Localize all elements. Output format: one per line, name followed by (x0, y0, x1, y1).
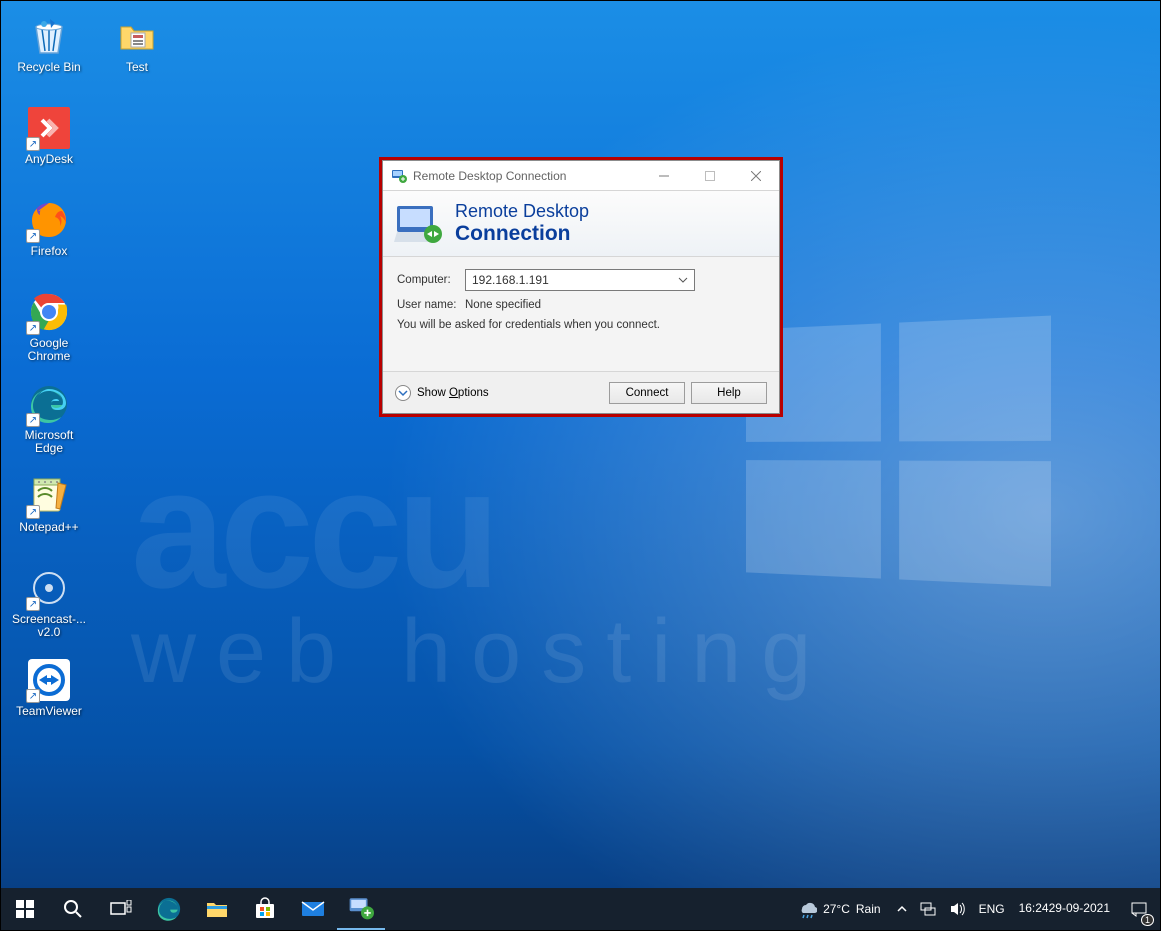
chevron-up-icon (897, 904, 907, 914)
computer-label: Computer: (397, 274, 465, 286)
shortcut-arrow-icon: ↗ (26, 413, 40, 427)
desktop-icon-label: Notepad++ (9, 521, 89, 534)
tray-clock[interactable]: 16:24 29-09-2021 (1011, 888, 1118, 930)
shortcut-arrow-icon: ↗ (26, 505, 40, 519)
windows-icon (16, 900, 34, 918)
help-button[interactable]: Help (691, 382, 767, 404)
weather-temp: 27°C (823, 902, 850, 916)
firefox-icon: ↗ (28, 199, 70, 241)
desktop-icon-notepadpp[interactable]: ↗ Notepad++ (9, 469, 89, 561)
weather-label: Rain (856, 902, 881, 916)
maximize-button[interactable] (687, 162, 733, 190)
desktop-icon-label: Test (97, 61, 177, 74)
connect-button[interactable]: Connect (609, 382, 685, 404)
rdp-window[interactable]: Remote Desktop Connection Remote Desktop… (382, 160, 780, 414)
tray-volume[interactable] (943, 888, 973, 930)
windows-logo-wallpaper (746, 313, 1051, 588)
rdp-banner-icon (393, 202, 445, 246)
start-button[interactable] (1, 888, 49, 930)
tray-language[interactable]: ENG (973, 888, 1011, 930)
watermark-line2: web hosting (131, 601, 831, 704)
edge-icon: ↗ (28, 383, 70, 425)
shortcut-arrow-icon: ↗ (26, 321, 40, 335)
desktop[interactable]: accu web hosting Recycle Bin ↗ AnyDesk ↗… (1, 1, 1160, 930)
rdp-banner-line1: Remote Desktop (455, 201, 589, 222)
search-button[interactable] (49, 888, 97, 930)
rdp-app-icon (348, 895, 374, 921)
window-title: Remote Desktop Connection (413, 169, 641, 183)
weather-rain-icon (797, 899, 817, 919)
desktop-icon-label: AnyDesk (9, 153, 89, 166)
folder-icon (116, 15, 158, 57)
taskbar-app-mail[interactable] (289, 888, 337, 930)
task-view-button[interactable] (97, 888, 145, 930)
notepadpp-icon: ↗ (28, 475, 70, 517)
search-icon (63, 899, 83, 919)
weather-widget[interactable]: 27°C Rain (791, 888, 891, 930)
taskbar-app-rdp[interactable] (337, 888, 385, 930)
credentials-hint: You will be asked for credentials when y… (397, 319, 765, 331)
show-options-label: Show Options (417, 387, 489, 399)
chrome-icon: ↗ (28, 291, 70, 333)
desktop-icon-firefox[interactable]: ↗ Firefox (9, 193, 89, 285)
store-icon (253, 897, 277, 921)
rdp-body: Computer: 192.168.1.191 User name: None … (383, 257, 779, 371)
mail-icon (300, 896, 326, 922)
rdp-banner-line2: Connection (455, 222, 589, 246)
rdp-app-icon (391, 168, 407, 184)
computer-value: 192.168.1.191 (472, 273, 549, 287)
close-button[interactable] (733, 162, 779, 190)
titlebar[interactable]: Remote Desktop Connection (383, 161, 779, 191)
desktop-icon-edge[interactable]: ↗ Microsoft Edge (9, 377, 89, 469)
desktop-icon-label: Screencast-... v2.0 (9, 613, 89, 639)
show-options-toggle[interactable]: Show Options (395, 385, 489, 401)
desktop-icon-label: Google Chrome (9, 337, 89, 363)
rdp-banner: Remote Desktop Connection (383, 191, 779, 257)
task-view-icon (110, 900, 132, 918)
desktop-icon-recycle-bin[interactable]: Recycle Bin (9, 9, 89, 101)
clock-time: 16:24 (1019, 902, 1049, 916)
file-explorer-icon (205, 897, 229, 921)
computer-input[interactable]: 192.168.1.191 (465, 269, 695, 291)
shortcut-arrow-icon: ↗ (26, 137, 40, 151)
minimize-button[interactable] (641, 162, 687, 190)
desktop-icon-label: Microsoft Edge (9, 429, 89, 455)
desktop-icon-anydesk[interactable]: ↗ AnyDesk (9, 101, 89, 193)
volume-icon (949, 900, 967, 918)
chevron-down-icon (676, 273, 690, 287)
rdp-highlight-frame: Remote Desktop Connection Remote Desktop… (379, 157, 783, 417)
desktop-icon-teamviewer[interactable]: ↗ TeamViewer (9, 653, 89, 745)
taskbar-app-edge[interactable] (145, 888, 193, 930)
screencast-icon: ↗ (28, 567, 70, 609)
taskbar-app-store[interactable] (241, 888, 289, 930)
notification-badge: 1 (1141, 914, 1154, 926)
tray-network[interactable] (913, 888, 943, 930)
watermark-line1: accu (131, 431, 494, 627)
taskbar[interactable]: 27°C Rain ENG 16:24 29-09-2021 1 (1, 888, 1160, 930)
rdp-footer: Show Options Connect Help (383, 371, 779, 413)
tray-overflow[interactable] (891, 888, 913, 930)
shortcut-arrow-icon: ↗ (26, 689, 40, 703)
shortcut-arrow-icon: ↗ (26, 229, 40, 243)
username-label: User name: (397, 299, 465, 311)
desktop-icon-label: Recycle Bin (9, 61, 89, 74)
desktop-icon-test-folder[interactable]: Test (97, 9, 177, 101)
desktop-icon-chrome[interactable]: ↗ Google Chrome (9, 285, 89, 377)
desktop-icon-screencast[interactable]: ↗ Screencast-... v2.0 (9, 561, 89, 653)
language-indicator: ENG (979, 902, 1005, 916)
teamviewer-icon: ↗ (28, 659, 70, 701)
recycle-bin-icon (28, 15, 70, 57)
desktop-icon-label: Firefox (9, 245, 89, 258)
tray-notifications[interactable]: 1 (1118, 888, 1160, 930)
anydesk-icon: ↗ (28, 107, 70, 149)
taskbar-app-explorer[interactable] (193, 888, 241, 930)
edge-icon (156, 896, 182, 922)
shortcut-arrow-icon: ↗ (26, 597, 40, 611)
clock-date: 29-09-2021 (1049, 902, 1110, 916)
chevron-down-icon (395, 385, 411, 401)
network-icon (919, 900, 937, 918)
desktop-icon-label: TeamViewer (9, 705, 89, 718)
username-value: None specified (465, 299, 541, 311)
